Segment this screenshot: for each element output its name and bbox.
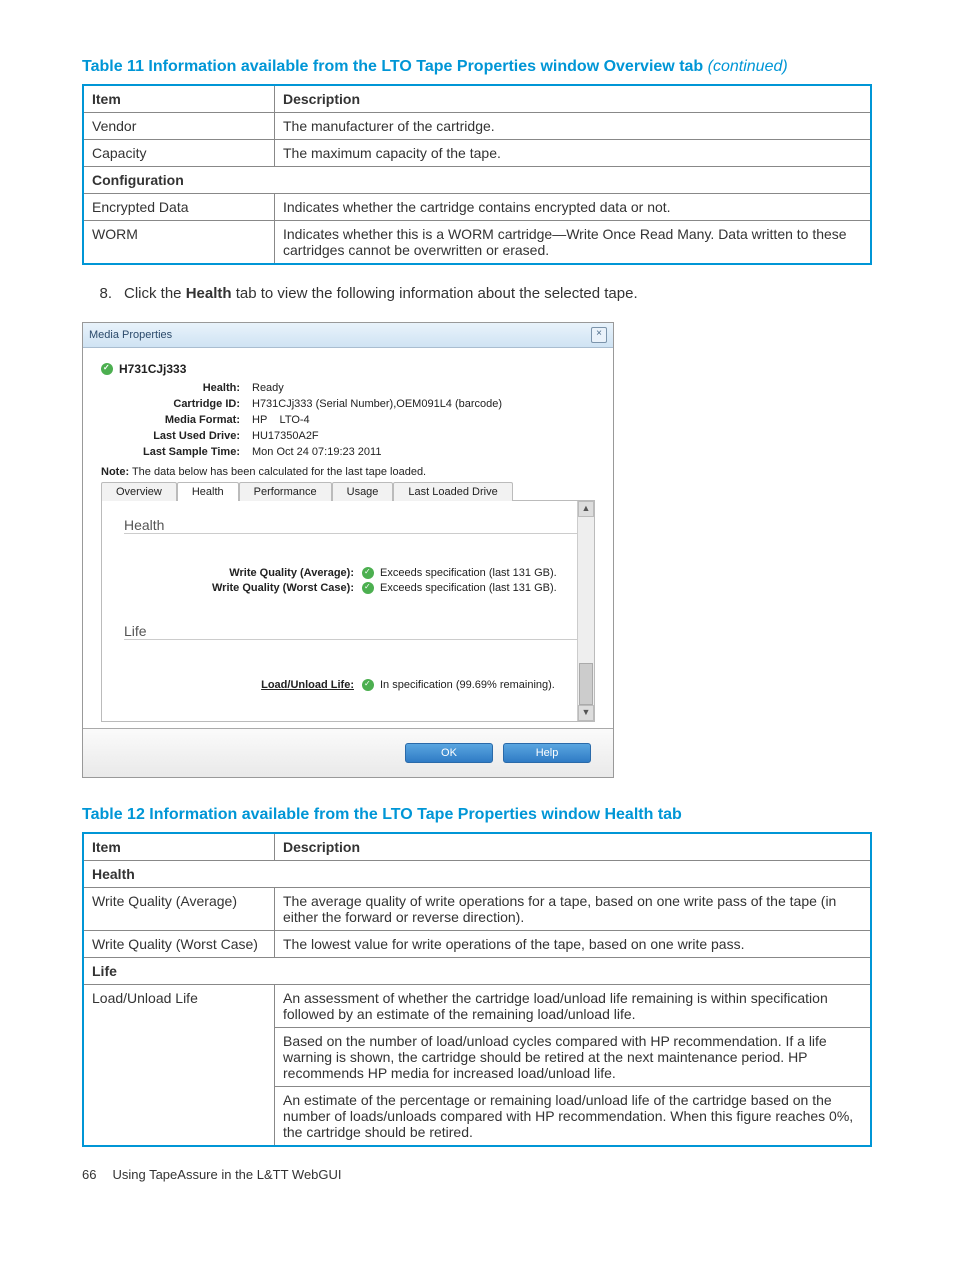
scroll-up-icon[interactable]: ▲: [578, 501, 594, 517]
tab-last-loaded-drive[interactable]: Last Loaded Drive: [393, 482, 512, 501]
scrollbar[interactable]: ▲ ▼: [577, 501, 594, 721]
media-note: Note: The data below has been calculated…: [101, 466, 595, 478]
status-ok-icon: [362, 582, 374, 594]
table-section-row: Health: [83, 861, 871, 888]
t11-r1-desc: The maximum capacity of the tape.: [275, 140, 872, 167]
status-ok-icon: [362, 567, 374, 579]
t12-section-health: Health: [83, 861, 871, 888]
t11-r0-item: Vendor: [83, 113, 275, 140]
table-row: Encrypted Data Indicates whether the car…: [83, 194, 871, 221]
t12-life-desc2: Based on the number of load/unload cycle…: [275, 1028, 872, 1087]
t12-life-item: Load/Unload Life: [83, 985, 275, 1147]
table-row: Vendor The manufacturer of the cartridge…: [83, 113, 871, 140]
media-properties-window: Media Properties × H731CJj333 Health:Rea…: [82, 322, 614, 778]
status-ok-icon: [101, 363, 113, 375]
media-titlebar: Media Properties ×: [83, 323, 613, 348]
step-8: 8. Click the Health tab to view the foll…: [82, 285, 872, 302]
t11-r3-desc: Indicates whether this is a WORM cartrid…: [275, 221, 872, 265]
table11: Item Description Vendor The manufacturer…: [82, 84, 872, 265]
t11-r1-item: Capacity: [83, 140, 275, 167]
metric-row: Write Quality (Average): Exceeds specifi…: [124, 567, 572, 579]
t12-rh0-desc: The average quality of write operations …: [275, 888, 872, 931]
t12-life-desc3: An estimate of the percentage or remaini…: [275, 1087, 872, 1147]
table-row: WORM Indicates whether this is a WORM ca…: [83, 221, 871, 265]
help-button[interactable]: Help: [503, 743, 591, 763]
table12: Item Description Health Write Quality (A…: [82, 832, 872, 1147]
metric-row: Write Quality (Worst Case): Exceeds spec…: [124, 582, 572, 594]
status-ok-icon: [362, 679, 374, 691]
t11-hdr-item: Item: [83, 85, 275, 113]
t11-section-config: Configuration: [83, 167, 871, 194]
table11-title: Table 11 Information available from the …: [82, 58, 872, 76]
table-row: Write Quality (Average) The average qual…: [83, 888, 871, 931]
media-button-row: OK Help: [83, 728, 613, 777]
t12-rh1-desc: The lowest value for write operations of…: [275, 931, 872, 958]
table12-title: Table 12 Information available from the …: [82, 806, 872, 824]
close-icon[interactable]: ×: [591, 327, 607, 343]
scroll-thumb[interactable]: [579, 663, 593, 705]
scroll-down-icon[interactable]: ▼: [578, 705, 594, 721]
metric-row: Load/Unload Life: In specification (99.6…: [124, 679, 572, 691]
step-text: Click the Health tab to view the followi…: [124, 285, 638, 302]
tab-overview[interactable]: Overview: [101, 482, 177, 501]
section-life-label: Life: [124, 623, 584, 640]
t11-r3-item: WORM: [83, 221, 275, 265]
tab-performance[interactable]: Performance: [239, 482, 332, 501]
t12-life-desc1: An assessment of whether the cartridge l…: [275, 985, 872, 1028]
page-footer-title: Using TapeAssure in the L&TT WebGUI: [112, 1167, 341, 1182]
tab-health[interactable]: Health: [177, 482, 239, 501]
ok-button[interactable]: OK: [405, 743, 493, 763]
t12-hdr-item: Item: [83, 833, 275, 861]
t12-section-life: Life: [83, 958, 871, 985]
media-tabs: Overview Health Performance Usage Last L…: [101, 482, 595, 501]
step-number: 8.: [82, 285, 124, 302]
table-row: Write Quality (Worst Case) The lowest va…: [83, 931, 871, 958]
page-number: 66: [82, 1167, 96, 1182]
media-heading-text: H731CJj333: [119, 362, 186, 376]
media-kv-table: Health:Ready Cartridge ID:H731CJj333 (Se…: [137, 380, 508, 460]
media-window-title: Media Properties: [89, 329, 172, 341]
t11-hdr-desc: Description: [275, 85, 872, 113]
table11-continued: (continued): [708, 58, 788, 75]
media-tab-pane: ▲ ▼ Health Write Quality (Average): Exce…: [101, 501, 595, 722]
table-section-row: Configuration: [83, 167, 871, 194]
table11-title-text: Table 11 Information available from the …: [82, 58, 708, 75]
tab-usage[interactable]: Usage: [332, 482, 394, 501]
t12-rh0-item: Write Quality (Average): [83, 888, 275, 931]
table-row: Load/Unload Life An assessment of whethe…: [83, 985, 871, 1028]
t11-r0-desc: The manufacturer of the cartridge.: [275, 113, 872, 140]
section-health-label: Health: [124, 517, 584, 534]
t12-hdr-desc: Description: [275, 833, 872, 861]
t11-r2-desc: Indicates whether the cartridge contains…: [275, 194, 872, 221]
table-row: Capacity The maximum capacity of the tap…: [83, 140, 871, 167]
t12-rh1-item: Write Quality (Worst Case): [83, 931, 275, 958]
page-footer: 66 Using TapeAssure in the L&TT WebGUI: [82, 1167, 872, 1182]
t11-r2-item: Encrypted Data: [83, 194, 275, 221]
table-section-row: Life: [83, 958, 871, 985]
media-heading: H731CJj333: [101, 362, 595, 376]
